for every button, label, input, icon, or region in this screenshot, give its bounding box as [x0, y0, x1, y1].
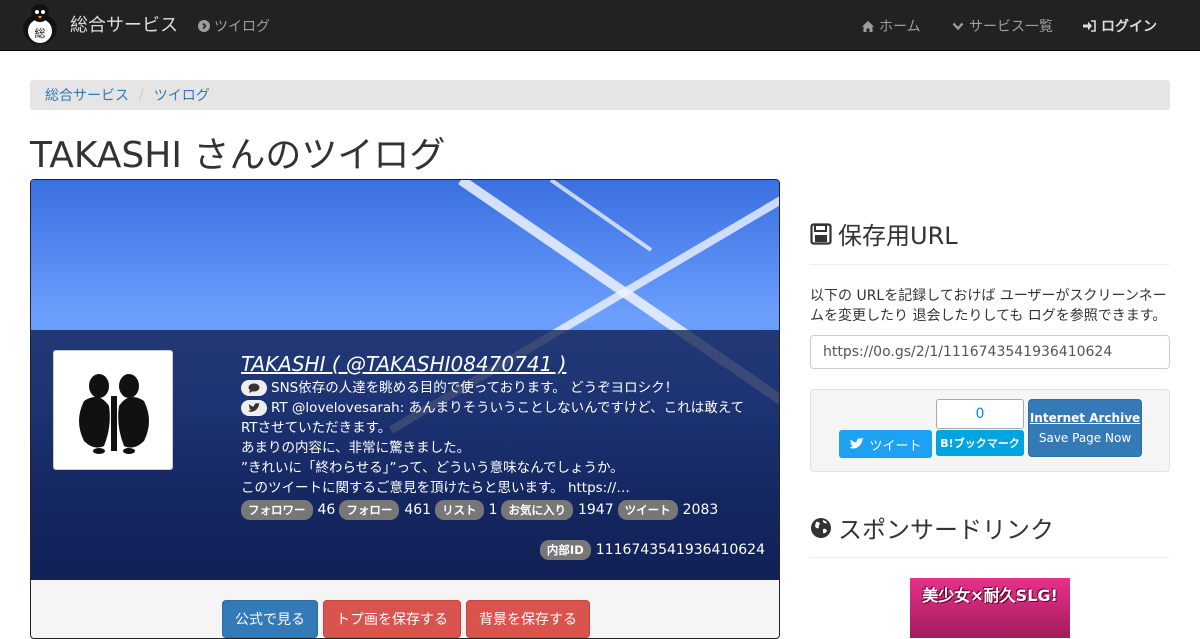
lists-count: 1	[488, 502, 498, 518]
nav-login-label: ログイン	[1101, 19, 1157, 35]
nav-home-label: ホーム	[879, 19, 921, 35]
internet-archive-button[interactable]: Internet Archive Save Page Now	[1028, 399, 1142, 457]
bio-latest-tweet: RT @lovelovesarah: あんまりそういうことしないんですけど、これ…	[241, 398, 761, 498]
tweets-badge: ツイート	[617, 500, 678, 520]
profile-name-link[interactable]: TAKASHI ( @TAKASHI08470741 )	[241, 352, 566, 376]
following-count: 461	[404, 502, 432, 518]
globe-icon	[811, 517, 831, 538]
divider	[810, 557, 1170, 558]
navbar: 総 総合サービス ツイログ ホーム サービス一覧 ログイン	[0, 0, 1200, 51]
svg-text:総: 総	[35, 26, 46, 40]
internal-id: 内部ID 1116743541936410624	[539, 540, 765, 560]
comment-icon	[241, 380, 267, 396]
twitter-bird-icon	[849, 438, 865, 449]
nav-home-link[interactable]: ホーム	[862, 16, 921, 36]
nav-login-link[interactable]: ログイン	[1083, 16, 1157, 36]
page-title: TAKASHI さんのツイログ	[30, 135, 446, 176]
save-background-button[interactable]: 背景を保存する	[466, 600, 590, 638]
penguin-logo-icon: 総	[23, 4, 57, 44]
favorites-badge: お気に入り	[501, 500, 573, 520]
bio-tweet-line-5: このツイートに関するご意見を頂けたらと思います。 https://…	[241, 480, 630, 496]
breadcrumb-home[interactable]: 総合サービス	[45, 85, 129, 105]
breadcrumb-tsuilog[interactable]: ツイログ	[154, 85, 210, 105]
save-url-input[interactable]	[810, 335, 1170, 369]
twitter-bird-icon	[241, 400, 267, 416]
brand-title: 総合サービス	[70, 15, 178, 36]
bio-tweet-line-3: あまりの内容に、非常に驚きました。	[241, 440, 471, 456]
view-official-button[interactable]: 公式で見る	[222, 600, 318, 638]
favorites-count: 1947	[577, 502, 614, 518]
followers-count: 46	[317, 502, 336, 518]
tweets-count: 2083	[682, 502, 719, 518]
hatena-bookmark-button[interactable]: B!ブックマーク	[936, 430, 1024, 456]
breadcrumb-separator: /	[139, 87, 144, 103]
internet-archive-subtitle: Save Page Now	[1038, 431, 1132, 445]
internal-id-value: 1116743541936410624	[595, 542, 765, 558]
bio-description: SNS依存の人達を眺める目的で使っております。 どうぞヨロシク！	[241, 378, 761, 398]
bio-tweet-line-2: RTさせていただきます。	[241, 420, 392, 436]
save-avatar-button[interactable]: トプ画を保存する	[323, 600, 461, 638]
sponsor-ad-text: 美少女×耐久SLG!	[922, 586, 1058, 605]
nav-tsuilog-link[interactable]: ツイログ	[198, 16, 270, 36]
bio-tweet-line-4: ”きれいに「終わらせる」”って、どういう意味なんでしょうか。	[241, 460, 624, 476]
internal-id-badge: 内部ID	[539, 540, 591, 560]
profile-bio: SNS依存の人達を眺める目的で使っております。 どうぞヨロシク！ RT @lov…	[241, 378, 761, 498]
share-panel: ツイート 0 B!ブックマーク Internet Archive Save Pa…	[810, 389, 1170, 472]
save-url-title: 保存用URL	[838, 222, 958, 250]
followers-badge: フォロワー	[241, 500, 313, 520]
sponsor-ad-banner[interactable]: 美少女×耐久SLG!	[910, 578, 1070, 638]
save-url-description: 以下の URLを記録しておけば ユーザーがスクリーンネームを変更したり 退会した…	[810, 288, 1167, 324]
sponsor-heading: スポンサードリンク	[810, 510, 1054, 545]
divider	[810, 264, 1170, 265]
profile-actions: 公式で見る トプ画を保存する 背景を保存する	[222, 600, 590, 638]
profile-card: TAKASHI ( @TAKASHI08470741 ) SNS依存の人達を眺め…	[30, 179, 780, 639]
chevron-circle-right-icon	[198, 20, 210, 32]
home-icon	[862, 20, 874, 32]
nav-services-label: サービス一覧	[969, 19, 1053, 35]
save-url-heading: 保存用URL	[810, 216, 958, 251]
brand-link[interactable]: 総 総合サービス	[20, 3, 178, 45]
chevron-down-icon	[952, 22, 964, 30]
hatena-bookmark-count: 0	[936, 399, 1024, 429]
following-badge: フォロー	[339, 500, 400, 520]
nav-services-link[interactable]: サービス一覧	[952, 16, 1053, 36]
breadcrumb: 総合サービス / ツイログ	[30, 80, 1170, 110]
bio-description-text: SNS依存の人達を眺める目的で使っております。 どうぞヨロシク！	[271, 380, 679, 396]
sponsor-title: スポンサードリンク	[838, 516, 1054, 544]
avatar	[53, 350, 173, 470]
sign-in-icon	[1083, 20, 1096, 32]
internet-archive-title: Internet Archive	[1029, 411, 1141, 425]
tweet-share-label: ツイート	[869, 438, 922, 454]
floppy-disk-icon	[810, 222, 832, 245]
tweet-share-button[interactable]: ツイート	[839, 430, 932, 458]
bio-tweet-line-1: RT @lovelovesarah: あんまりそういうことしないんですけど、これ…	[271, 400, 745, 416]
nav-tsuilog-label: ツイログ	[214, 19, 270, 35]
lists-badge: リスト	[435, 500, 484, 520]
profile-stats: フォロワー 46 フォロー 461 リスト 1 お気に入り 1947 ツイート 2083	[241, 500, 722, 520]
